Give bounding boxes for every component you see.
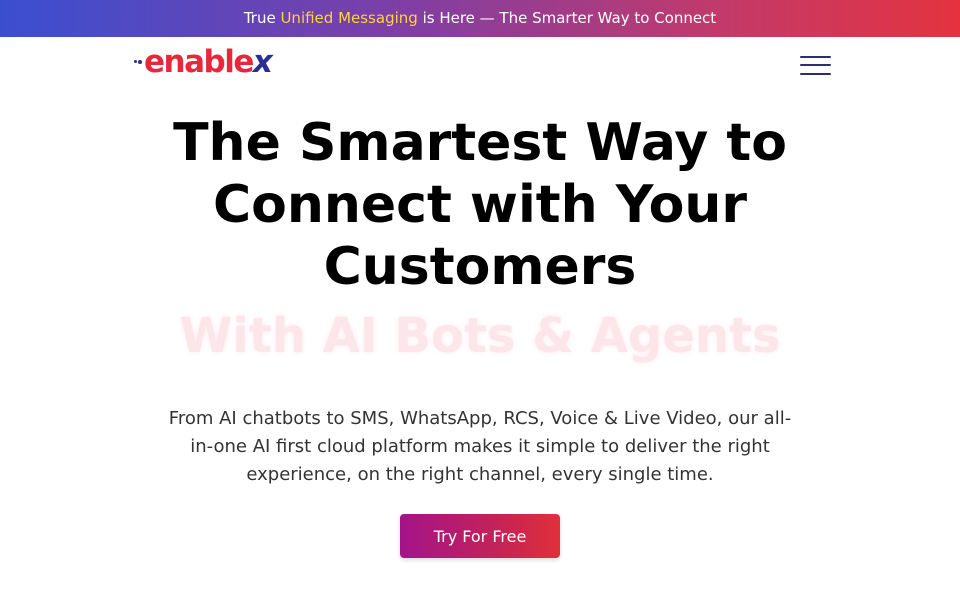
hamburger-menu-icon[interactable] — [800, 54, 832, 78]
announcement-highlight[interactable]: Unified Messaging — [280, 9, 417, 27]
menu-bar — [800, 73, 831, 75]
logo-dot-icon — [138, 59, 142, 64]
announcement-suffix: is Here — The Smarter Way to Connect — [417, 9, 717, 27]
menu-bar — [800, 64, 831, 66]
top-navigation: enablex — [0, 37, 960, 97]
logo-text: enable — [144, 44, 254, 80]
menu-bar — [800, 56, 831, 58]
try-for-free-button[interactable]: Try For Free — [400, 514, 560, 558]
hero-title-line: The Smartest Way to — [173, 113, 787, 173]
logo-dot-icon — [134, 60, 137, 63]
hero-title: The Smartest Way to Connect with Your Cu… — [130, 112, 830, 298]
announcement-prefix: True — [243, 9, 281, 27]
hero-title-line: Connect with Your — [212, 175, 748, 235]
logo-x: x — [252, 44, 273, 80]
enablex-logo[interactable]: enablex — [134, 42, 273, 82]
announcement-bar[interactable]: True Unified Messaging is Here — The Sma… — [0, 0, 960, 37]
hero-title-line: Customers — [323, 237, 637, 297]
hero-subtitle: With AI Bots & Agents — [179, 308, 781, 364]
hero-description: From AI chatbots to SMS, WhatsApp, RCS, … — [168, 408, 792, 485]
